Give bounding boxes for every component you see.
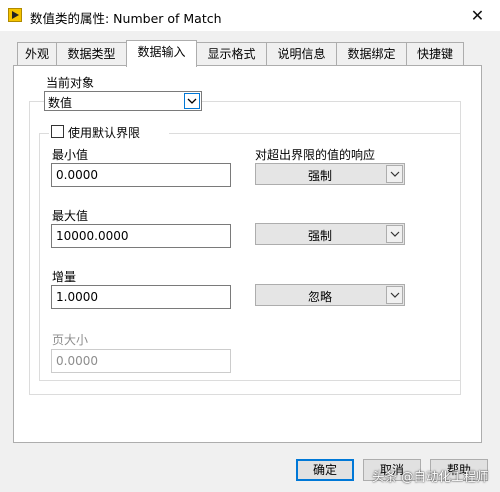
chevron-down-icon[interactable] <box>184 93 200 109</box>
window-title: 数值类的属性: Number of Match <box>30 11 222 26</box>
ok-button[interactable]: 确定 <box>296 459 354 481</box>
title-bar: 数值类的属性: Number of Match ✕ <box>0 0 500 31</box>
chevron-down-icon[interactable] <box>386 225 403 243</box>
checkbox-row: 使用默认界限 <box>49 124 169 140</box>
response-header: 对超出界限的值的响应 <box>255 148 376 162</box>
tab-data-binding[interactable]: 数据绑定 <box>336 42 407 66</box>
minimum-response-value: 强制 <box>307 169 332 183</box>
tab-data-entry[interactable]: 数据输入 <box>126 40 197 67</box>
current-object-label: 当前对象 <box>46 76 95 90</box>
tab-key-navigation[interactable]: 快捷键 <box>406 42 464 66</box>
minimum-label: 最小值 <box>52 148 89 162</box>
minimum-input[interactable]: 0.0000 <box>51 163 231 187</box>
maximum-response-select[interactable]: 强制 <box>255 223 405 245</box>
use-default-limits-checkbox[interactable] <box>51 125 64 138</box>
chevron-down-icon[interactable] <box>386 165 403 183</box>
increment-input[interactable]: 1.0000 <box>51 285 231 309</box>
tab-panel: 当前对象 数值 使用默认界限 最小值 对超出界限的值的响应 0.0000 强制 … <box>13 65 482 443</box>
app-icon <box>8 8 22 22</box>
minimum-response-select[interactable]: 强制 <box>255 163 405 185</box>
maximum-input[interactable]: 10000.0000 <box>51 224 231 248</box>
page-size-label: 页大小 <box>52 333 89 347</box>
use-default-limits-label: 使用默认界限 <box>68 126 141 140</box>
tab-data-type[interactable]: 数据类型 <box>56 42 127 66</box>
current-object-value: 数值 <box>48 96 73 110</box>
maximum-label: 最大值 <box>52 209 89 223</box>
increment-response-value: 忽略 <box>307 290 332 304</box>
watermark: 头条 @自动化工程师 <box>372 469 489 484</box>
chevron-down-icon[interactable] <box>386 286 403 304</box>
maximum-response-value: 强制 <box>307 229 332 243</box>
increment-response-select[interactable]: 忽略 <box>255 284 405 306</box>
close-icon[interactable]: ✕ <box>455 0 500 31</box>
tab-appearance[interactable]: 外观 <box>17 42 57 66</box>
tab-documentation[interactable]: 说明信息 <box>266 42 337 66</box>
page-size-input: 0.0000 <box>51 349 231 373</box>
tab-display-format[interactable]: 显示格式 <box>196 42 267 66</box>
increment-label: 增量 <box>52 270 77 284</box>
current-object-select[interactable]: 数值 <box>44 91 202 111</box>
